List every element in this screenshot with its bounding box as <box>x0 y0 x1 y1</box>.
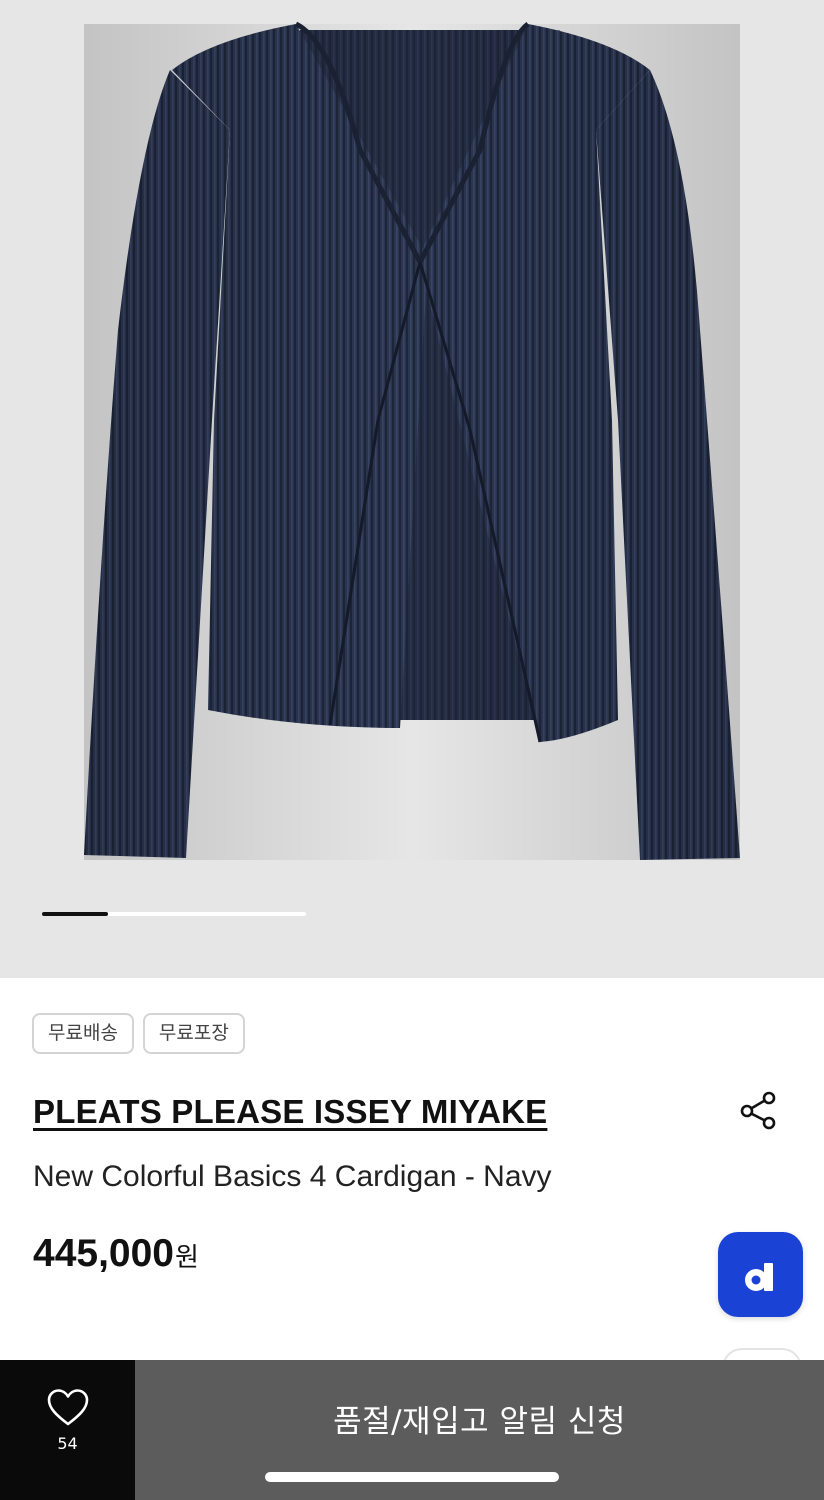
share-icon <box>740 1091 776 1130</box>
price-unit: 원 <box>174 1243 199 1273</box>
product-name: New Colorful Basics 4 Cardigan - Navy <box>33 1160 552 1193</box>
product-photo-cardigan <box>84 21 740 860</box>
like-count: 54 <box>57 1434 78 1453</box>
tag-free-shipping: 무료배송 <box>32 1013 134 1054</box>
like-button[interactable]: 54 <box>0 1360 135 1500</box>
product-image-gallery[interactable] <box>0 0 824 978</box>
gallery-progress-track <box>42 912 306 916</box>
d-logo-icon <box>744 1262 773 1291</box>
brand-link[interactable]: PLEATS PLEASE ISSEY MIYAKE <box>33 1093 547 1131</box>
gallery-progress-fill <box>42 912 108 916</box>
product-page: 무료배송 무료포장 PLEATS PLEASE ISSEY MIYAKE New… <box>0 0 824 1500</box>
benefit-tags: 무료배송 무료포장 <box>32 1013 245 1054</box>
price-amount: 445,000 <box>33 1232 174 1275</box>
heart-icon <box>47 1389 88 1426</box>
restock-alert-label: 품절/재입고 알림 신청 <box>333 1404 626 1440</box>
home-indicator[interactable] <box>265 1472 559 1482</box>
product-price: 445,000 원 <box>33 1232 199 1276</box>
floating-app-button[interactable] <box>718 1232 803 1317</box>
tag-free-wrapping: 무료포장 <box>142 1013 245 1054</box>
share-button[interactable] <box>736 1088 780 1132</box>
